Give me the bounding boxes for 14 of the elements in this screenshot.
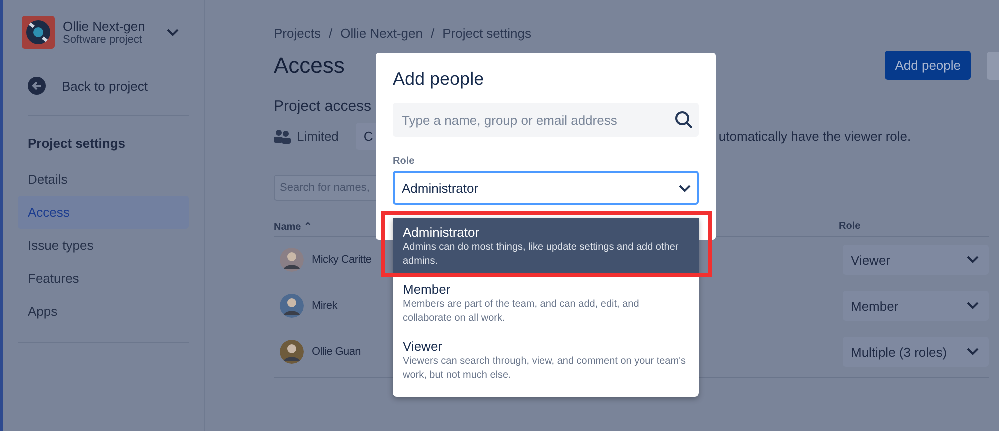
project-type: Software project [63,34,144,46]
section-title: Project settings [28,136,127,151]
member-name: Micky Caritte [312,254,372,266]
section-heading: Project access [274,98,373,115]
member-name: Mirek [312,300,338,312]
breadcrumb-separator: / [430,26,435,41]
dialog-title: Add people [393,69,486,90]
project-name: Ollie Next-gen [63,19,146,34]
access-level: Limited [297,128,339,144]
member-name: Ollie Guan [312,346,361,358]
breadcrumb-separator: / [328,26,333,41]
page-title: Access [274,52,345,78]
access-note: utomatically have the viewer role. [718,128,912,144]
role-label: Role [393,156,416,167]
